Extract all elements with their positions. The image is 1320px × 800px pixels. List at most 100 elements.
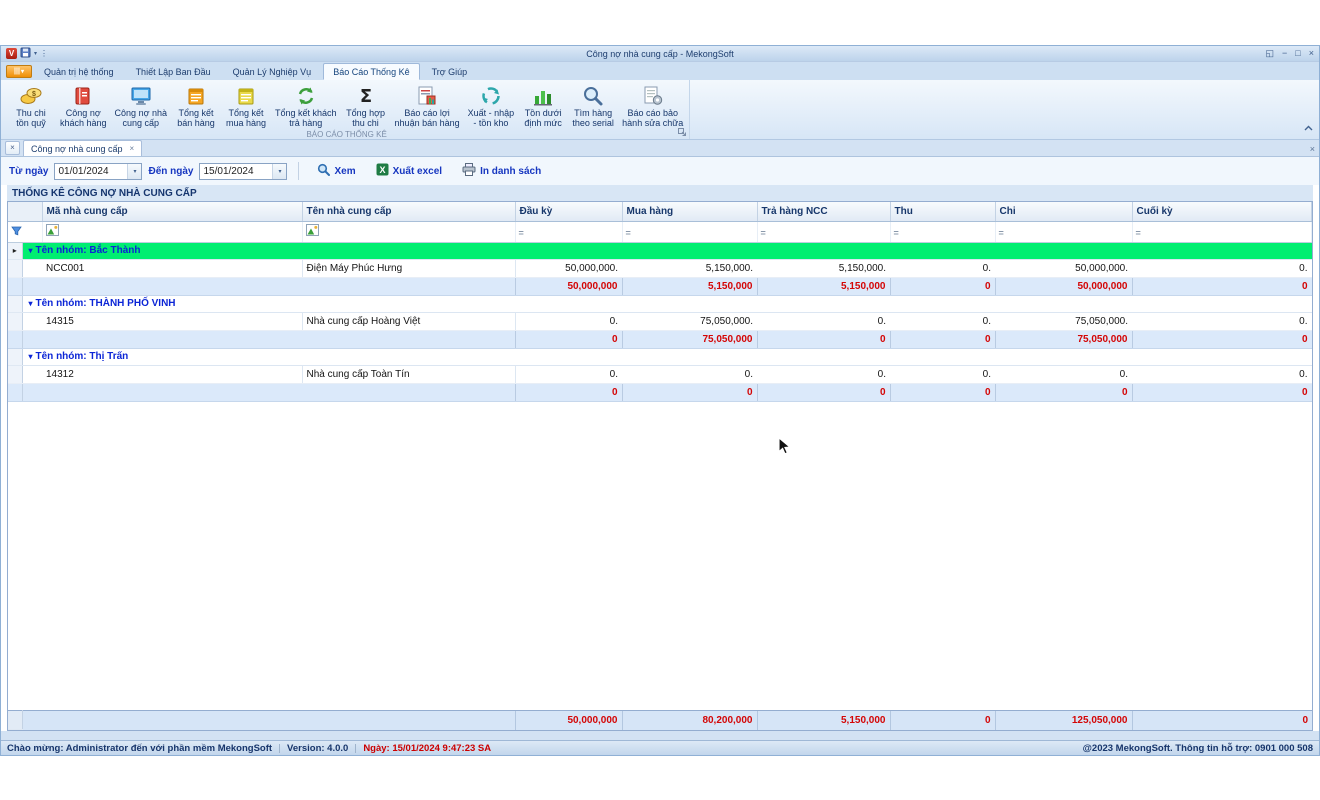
minimize-icon[interactable]: −	[1282, 49, 1287, 58]
group-row[interactable]: ▸▾Tên nhóm: Bắc Thành	[8, 242, 1312, 259]
group-dialog-launcher-icon[interactable]	[678, 128, 686, 138]
application-menu-button[interactable]: |||▾	[6, 65, 32, 78]
export-excel-button[interactable]: X Xuất excel	[369, 160, 449, 182]
cell-value[interactable]: 0.	[995, 365, 1132, 383]
cell-value[interactable]: 0.	[515, 365, 622, 383]
app-logo-icon[interactable]: V	[6, 48, 17, 59]
ribbon-collapse-icon[interactable]	[1304, 118, 1313, 136]
cell-value[interactable]: 0.	[1132, 259, 1312, 277]
group-row[interactable]: ▾Tên nhóm: THÀNH PHỐ VINH	[8, 295, 1312, 312]
ribbon-tab-quan-tri-he-thong[interactable]: Quản trị hệ thống	[34, 63, 124, 80]
ribbon-button-xuat-nhap-ton-kho[interactable]: Xuất - nhập - tồn kho	[464, 81, 519, 129]
collapse-arrow-icon[interactable]: ▾	[29, 299, 33, 308]
filter-cell-value[interactable]: =	[622, 221, 757, 242]
filter-cell-value[interactable]: =	[995, 221, 1132, 242]
cell-value[interactable]: 0.	[757, 365, 890, 383]
cell-value[interactable]: 0.	[890, 312, 995, 330]
from-date-input[interactable]: 01/01/2024 ▾	[54, 163, 142, 180]
row-indicator	[8, 383, 22, 401]
tab-close-icon[interactable]: ×	[129, 144, 134, 153]
toolbar-separator	[298, 162, 299, 180]
ribbon-tab-thiet-lap-ban-dau[interactable]: Thiết Lập Ban Đầu	[126, 63, 221, 80]
ribbon-button-tong-ket-khach-tra-hang[interactable]: Tổng kết khách trả hàng	[271, 81, 341, 129]
row-indicator	[8, 365, 22, 383]
grid-scroll-area[interactable]: Mã nhà cung cấp Tên nhà cung cấp Đầu kỳ …	[8, 202, 1312, 710]
group-header-cell[interactable]: ▾Tên nhóm: THÀNH PHỐ VINH	[22, 295, 1312, 312]
col-header-opening[interactable]: Đầu kỳ	[515, 202, 622, 221]
cell-supplier-code[interactable]: NCC001	[42, 259, 302, 277]
filter-cell-code[interactable]	[42, 221, 302, 242]
cell-value[interactable]: 5,150,000.	[622, 259, 757, 277]
cash-icon: $	[19, 84, 43, 108]
quick-access-dropdown-icon[interactable]: ▾	[34, 50, 37, 57]
cell-supplier-code[interactable]: 14315	[42, 312, 302, 330]
group-header-cell[interactable]: ▾Tên nhóm: Thị Trấn	[22, 348, 1312, 365]
view-button[interactable]: Xem	[310, 160, 362, 182]
profit-report-icon	[415, 84, 439, 108]
close-icon[interactable]: ×	[1309, 49, 1314, 58]
collapse-arrow-icon[interactable]: ▾	[29, 352, 33, 361]
cell-value[interactable]: 50,000,000.	[515, 259, 622, 277]
to-date-input[interactable]: 15/01/2024 ▾	[199, 163, 287, 180]
from-date-dropdown-icon[interactable]: ▾	[127, 164, 141, 179]
col-header-purchases[interactable]: Mua hàng	[622, 202, 757, 221]
maximize-icon[interactable]: □	[1295, 49, 1300, 58]
strip-close-icon[interactable]: ×	[1310, 144, 1315, 154]
table-row[interactable]: NCC001Điện Máy Phúc Hưng50,000,000.5,150…	[8, 259, 1312, 277]
col-header-closing[interactable]: Cuối kỳ	[1132, 202, 1312, 221]
to-date-dropdown-icon[interactable]: ▾	[272, 164, 286, 179]
ribbon-button-ton-duoi-dinh-muc[interactable]: Tồn dưới định mức	[518, 81, 568, 129]
ribbon-button-tong-hop-thu-chi[interactable]: Σ Tổng hợp thu chi	[341, 81, 391, 129]
ribbon-tab-bao-cao-thong-ke[interactable]: Báo Cáo Thống Kê	[323, 63, 419, 80]
ribbon-button-cong-no-khach-hang[interactable]: Công nợ khách hàng	[56, 81, 111, 129]
cell-value[interactable]: 75,050,000.	[622, 312, 757, 330]
collapse-arrow-icon[interactable]: ▾	[29, 246, 33, 255]
ribbon-button-cong-no-nha-cung-cap[interactable]: Công nợ nhà cung cấp	[111, 81, 171, 129]
col-header-receipts[interactable]: Thu	[890, 202, 995, 221]
cell-value[interactable]: 0.	[1132, 365, 1312, 383]
cell-supplier-name[interactable]: Nhà cung cấp Toàn Tín	[302, 365, 515, 383]
ribbon-button-thu-chi-ton-quy[interactable]: $ Thu chi tồn quỹ	[6, 81, 56, 129]
print-list-button[interactable]: In danh sách	[455, 160, 548, 182]
cell-value[interactable]: 0.	[890, 259, 995, 277]
cell-value[interactable]: 5,150,000.	[757, 259, 890, 277]
group-row[interactable]: ▾Tên nhóm: Thị Trấn	[8, 348, 1312, 365]
cell-value[interactable]: 0.	[890, 365, 995, 383]
save-icon[interactable]	[20, 45, 31, 63]
filter-cell-name[interactable]	[302, 221, 515, 242]
tab-cong-no-nha-cung-cap[interactable]: Công nợ nhà cung cấp ×	[23, 140, 142, 156]
table-row[interactable]: 14315Nhà cung cấp Hoàng Việt0.75,050,000…	[8, 312, 1312, 330]
ribbon-tab-tro-giup[interactable]: Trợ Giúp	[422, 63, 478, 80]
cell-value[interactable]: 75,050,000.	[995, 312, 1132, 330]
col-header-supplier-name[interactable]: Tên nhà cung cấp	[302, 202, 515, 221]
filter-cell-value[interactable]: =	[890, 221, 995, 242]
svg-text:X: X	[379, 165, 385, 175]
cell-value[interactable]: 0.	[757, 312, 890, 330]
col-header-payments[interactable]: Chi	[995, 202, 1132, 221]
filter-cell-value[interactable]: =	[515, 221, 622, 242]
ribbon-button-tong-ket-mua-hang[interactable]: Tổng kết mua hàng	[221, 81, 271, 129]
filter-funnel-cell[interactable]	[8, 221, 42, 242]
filter-cell-value[interactable]: =	[757, 221, 890, 242]
cell-supplier-name[interactable]: Điện Máy Phúc Hưng	[302, 259, 515, 277]
switch-windows-icon[interactable]: ◱	[1266, 49, 1275, 58]
table-row[interactable]: 14312Nhà cung cấp Toàn Tín0.0.0.0.0.0.	[8, 365, 1312, 383]
col-header-supplier-code[interactable]: Mã nhà cung cấp	[42, 202, 302, 221]
cell-value[interactable]: 0.	[1132, 312, 1312, 330]
cell-value[interactable]: 50,000,000.	[995, 259, 1132, 277]
sigma-icon: Σ	[354, 84, 378, 108]
close-all-tabs-button[interactable]: ×	[5, 141, 20, 155]
ribbon-button-bao-cao-loi-nhuan[interactable]: Báo cáo lợi nhuận bán hàng	[391, 81, 464, 129]
cell-supplier-name[interactable]: Nhà cung cấp Hoàng Việt	[302, 312, 515, 330]
filter-cell-value[interactable]: =	[1132, 221, 1312, 242]
ribbon-button-bao-hanh-sua-chua[interactable]: Báo cáo bảo hành sửa chữa	[618, 81, 687, 129]
cell-value[interactable]: 0.	[515, 312, 622, 330]
col-header-returns[interactable]: Trả hàng NCC	[757, 202, 890, 221]
cell-value[interactable]: 0.	[622, 365, 757, 383]
customize-dots-icon[interactable]: ⋮	[40, 49, 48, 58]
ribbon-tab-quan-ly-nghiep-vu[interactable]: Quản Lý Nghiệp Vụ	[223, 63, 322, 80]
ribbon-button-tim-hang-theo-serial[interactable]: Tìm hàng theo serial	[568, 81, 618, 129]
ribbon-button-tong-ket-ban-hang[interactable]: Tổng kết bán hàng	[171, 81, 221, 129]
cell-supplier-code[interactable]: 14312	[42, 365, 302, 383]
group-header-cell[interactable]: ▾Tên nhóm: Bắc Thành	[22, 242, 1312, 259]
